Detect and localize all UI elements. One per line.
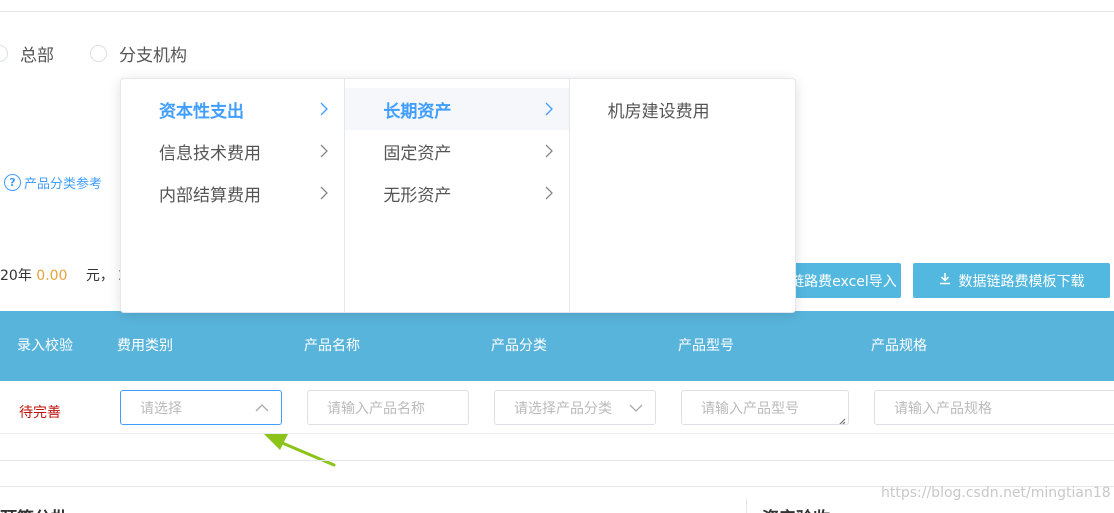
cascader-menu-level2: 长期资产 固定资产 无形资产 <box>345 79 570 312</box>
cascader-item-intangible-assets[interactable]: 无形资产 <box>345 172 568 214</box>
product-category-placeholder: 请选择产品分类 <box>514 400 612 417</box>
cascader-item-label: 无形资产 <box>383 185 452 206</box>
asset-acceptance-title: 资产验收 <box>762 504 830 513</box>
column-header-product-spec: 产品规格 <box>871 338 927 354</box>
cascader-menu-level1: 资本性支出 信息技术费用 内部结算费用 <box>121 79 346 312</box>
top-divider <box>0 11 1114 12</box>
cascader-item-label: 资本性支出 <box>159 101 244 122</box>
product-spec-placeholder: 请输入产品规格 <box>894 400 992 417</box>
product-spec-input[interactable]: 请输入产品规格 <box>874 390 1114 425</box>
chevron-right-icon <box>545 130 553 172</box>
section-divider <box>0 460 1114 461</box>
column-header-validation: 录入校验 <box>17 338 73 354</box>
cascader-item-capital-expenditure[interactable]: 资本性支出 <box>121 88 344 130</box>
download-icon <box>939 272 951 289</box>
annotation-arrow-icon <box>264 434 336 467</box>
cascader-item-label: 固定资产 <box>383 143 452 164</box>
cascader-menu-level3: 机房建设费用 <box>570 79 795 312</box>
radio-headquarters[interactable]: 总部 <box>0 42 54 66</box>
chevron-right-icon <box>320 172 329 214</box>
table-header: 录入校验 费用类别 产品名称 产品分类 产品型号 产品规格 <box>0 311 1114 381</box>
radio-branch[interactable]: 分支机构 <box>90 42 187 66</box>
radio-label: 总部 <box>20 45 54 66</box>
cascader-item-it-expense[interactable]: 信息技术费用 <box>121 130 344 172</box>
status-badge: 待完善 <box>19 405 61 421</box>
cascader-item-label: 长期资产 <box>383 101 452 122</box>
column-header-expense-category: 费用类别 <box>117 338 173 354</box>
chevron-right-icon <box>545 172 553 214</box>
product-category-reference-link[interactable]: ? 产品分类参考 <box>4 173 102 192</box>
product-name-input[interactable]: 请输入产品名称 <box>307 390 469 425</box>
budget-summary: 20年 0.00 元， 2 <box>0 265 127 285</box>
excel-import-button[interactable]: 链路费excel导入 <box>786 263 901 298</box>
chevron-right-icon <box>545 88 553 130</box>
question-circle-icon: ? <box>4 174 21 191</box>
excel-import-label: 链路费excel导入 <box>790 273 897 290</box>
column-header-product-category: 产品分类 <box>491 338 547 354</box>
radio-circle[interactable] <box>90 44 107 62</box>
radio-label: 分支机构 <box>119 45 187 66</box>
budget-batch-title: 预算分批 <box>0 504 68 513</box>
cascader-item-label: 信息技术费用 <box>159 143 261 164</box>
cascader-item-server-room-construction[interactable]: 机房建设费用 <box>570 88 795 130</box>
radio-circle[interactable] <box>0 44 8 62</box>
reference-link-label: 产品分类参考 <box>24 177 103 192</box>
template-download-label: 数据链路费模板下载 <box>958 273 1085 290</box>
summary-prefix: 20年 <box>0 268 32 284</box>
product-model-placeholder: 请输入产品型号 <box>701 400 799 417</box>
expense-category-cascader: 资本性支出 信息技术费用 内部结算费用 长期资产 固定资产 无形资产 机房建设费… <box>120 78 796 313</box>
expense-category-placeholder: 请选择 <box>140 400 182 417</box>
product-name-placeholder: 请输入产品名称 <box>327 400 425 417</box>
table-row: 待完善 请选择 请输入产品名称 请选择产品分类 请输入产品型号 请输入产品规格 <box>0 381 1114 434</box>
resize-grip-icon[interactable] <box>838 414 846 424</box>
template-download-button[interactable]: 数据链路费模板下载 <box>913 263 1110 298</box>
cascader-item-label: 内部结算费用 <box>159 185 261 206</box>
cascader-item-internal-settlement[interactable]: 内部结算费用 <box>121 172 344 214</box>
column-header-product-model: 产品型号 <box>678 338 734 354</box>
product-category-select[interactable]: 请选择产品分类 <box>494 390 656 425</box>
chevron-right-icon <box>320 130 329 172</box>
chevron-down-icon <box>629 391 643 424</box>
cascader-item-long-term-assets[interactable]: 长期资产 <box>345 88 569 130</box>
product-model-textarea[interactable]: 请输入产品型号 <box>681 390 849 425</box>
column-divider <box>746 498 747 513</box>
expense-category-select[interactable]: 请选择 <box>120 390 282 425</box>
cascader-item-fixed-assets[interactable]: 固定资产 <box>345 130 568 172</box>
chevron-right-icon <box>320 88 329 130</box>
watermark: https://blog.csdn.net/mingtian18 <box>881 485 1111 501</box>
summary-amount: 0.00 <box>36 268 68 284</box>
cascader-item-label: 机房建设费用 <box>607 101 710 122</box>
chevron-up-icon <box>255 391 269 424</box>
column-header-product-name: 产品名称 <box>304 338 360 354</box>
